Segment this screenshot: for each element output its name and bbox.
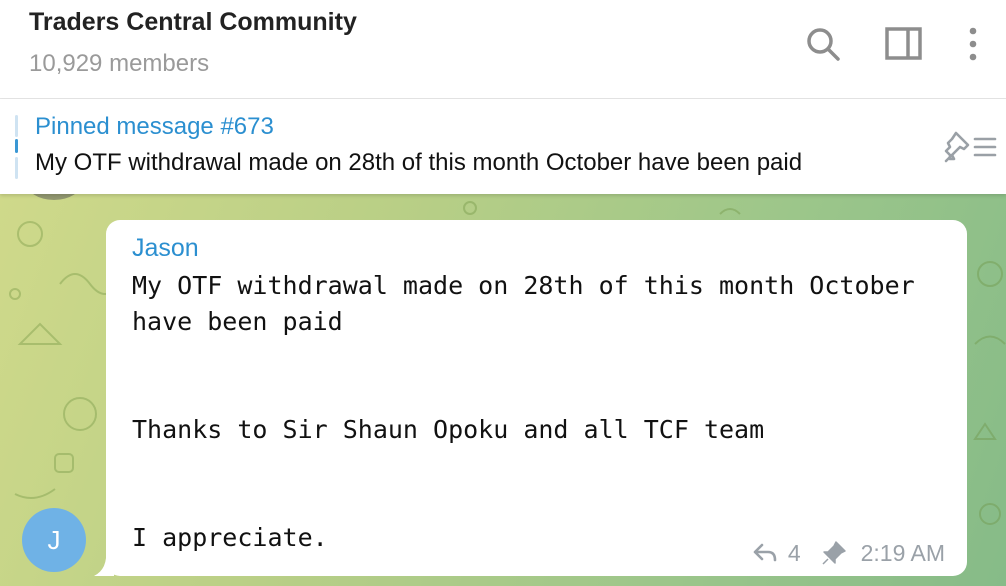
reply-count[interactable]: 4 (788, 540, 801, 567)
message-bubble[interactable]: Jason My OTF withdrawal made on 28th of … (106, 220, 967, 576)
reply-icon[interactable] (752, 542, 778, 564)
avatar-initial: J (47, 524, 61, 555)
member-count[interactable]: 10,929 members (29, 50, 209, 78)
message-meta: 4 2:19 AM (752, 538, 945, 568)
chat-title[interactable]: Traders Central Community (29, 8, 357, 37)
pinned-title: Pinned message #673 (35, 113, 274, 140)
message-text: My OTF withdrawal made on 28th of this m… (132, 271, 915, 552)
message-sender[interactable]: Jason (132, 234, 199, 263)
more-vertical-icon[interactable] (953, 24, 993, 64)
search-icon[interactable] (803, 24, 843, 64)
chat-area: Jason My OTF withdrawal made on 28th of … (0, 194, 1006, 586)
chat-header: Traders Central Community 10,929 members (0, 0, 1006, 99)
avatar[interactable]: J (22, 508, 86, 572)
pin-list-icon[interactable] (942, 129, 998, 165)
sidebar-toggle-icon[interactable] (884, 24, 924, 64)
message-time: 2:19 AM (860, 539, 945, 566)
pinned-text: My OTF withdrawal made on 28th of this m… (35, 149, 803, 176)
pinned-message-bar[interactable]: Pinned message #673 My OTF withdrawal ma… (0, 99, 1006, 194)
pinned-icon (821, 540, 847, 566)
